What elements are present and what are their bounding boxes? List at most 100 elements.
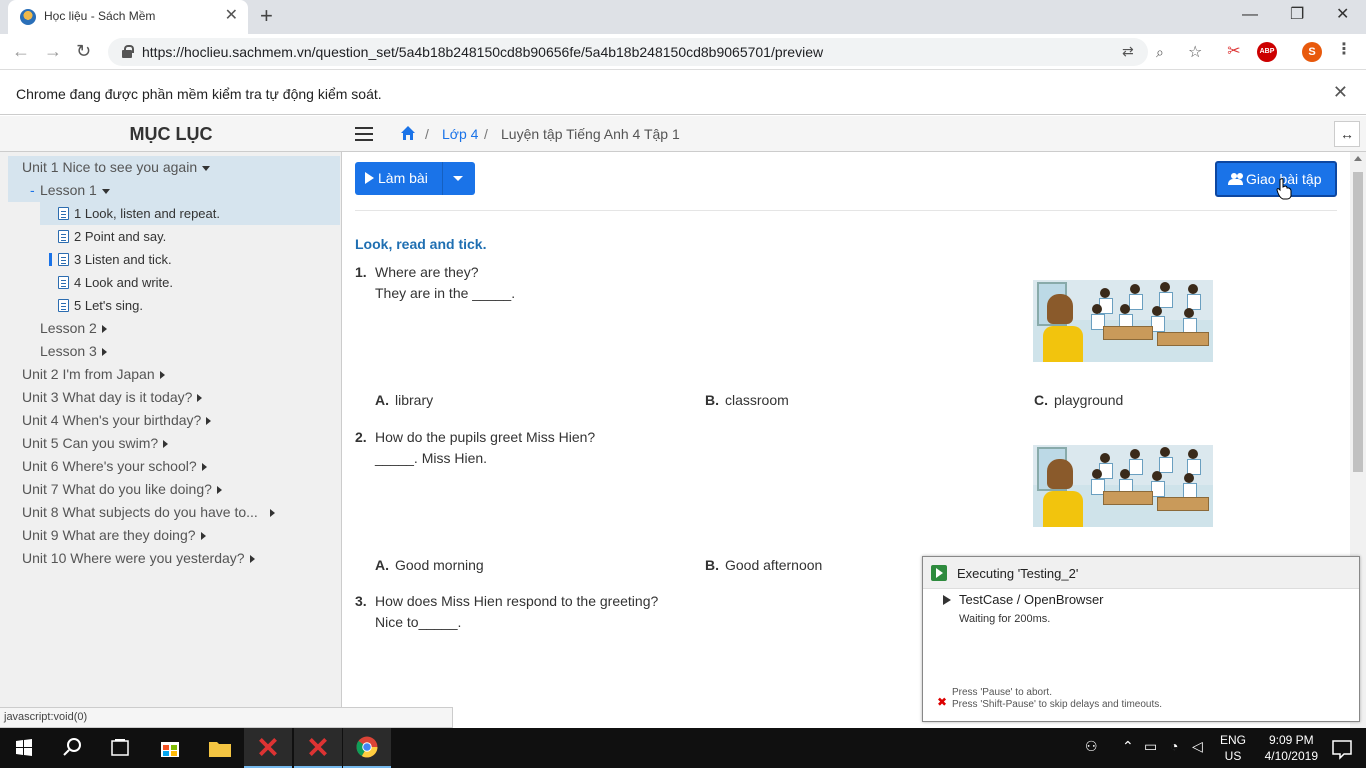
lesson-1-item[interactable]: - Lesson 1	[8, 179, 340, 202]
home-icon[interactable]	[400, 125, 416, 141]
unit-1-label: Unit 1 Nice to see you again	[22, 159, 198, 175]
option-letter: B.	[705, 557, 719, 573]
caret-right-icon	[249, 555, 255, 564]
lesson-3-item[interactable]: Lesson 3	[8, 340, 340, 363]
lesson-3-label: Lesson 3	[40, 343, 97, 359]
translate-icon[interactable]: ⇄	[1122, 43, 1134, 60]
adblock-icon[interactable]: ABP	[1257, 42, 1277, 62]
katalon-rx-icon[interactable]	[244, 728, 292, 768]
chrome-icon[interactable]	[343, 728, 391, 768]
infobar-close-icon[interactable]: ✕	[1333, 82, 1348, 103]
unit-label: Unit 5 Can you swim?	[22, 435, 159, 451]
unit-item[interactable]: Unit 4 When's your birthday?	[8, 409, 340, 432]
reload-icon[interactable]: ↻	[76, 41, 91, 61]
breadcrumb-grade[interactable]: Lớp 4	[442, 126, 478, 142]
bookmark-star-icon[interactable]: ☆	[1188, 42, 1202, 62]
option-b[interactable]: B. Good afternoon	[705, 557, 822, 573]
sidebar-item-1[interactable]: 2 Point and say.	[40, 225, 340, 248]
people-icon[interactable]: ⚇	[1085, 738, 1098, 755]
input-language[interactable]: ENG US	[1220, 732, 1246, 764]
lesson-2-item[interactable]: Lesson 2	[8, 317, 340, 340]
caret-right-icon	[163, 440, 169, 449]
browser-tab[interactable]: Học liệu - Sách Mềm ✕	[8, 0, 248, 34]
executor-title: Executing 'Testing_2'	[957, 566, 1079, 581]
hamburger-menu-icon[interactable]	[355, 127, 373, 141]
option-text: library	[395, 392, 434, 408]
sidebar-item-2[interactable]: 3 Listen and tick.	[40, 248, 340, 271]
unit-item[interactable]: Unit 2 I'm from Japan	[8, 363, 340, 386]
question-blank-line: _____. Miss Hien.	[375, 450, 488, 466]
unit-item[interactable]: Unit 7 What do you like doing?	[8, 478, 340, 501]
option-text: classroom	[725, 392, 789, 408]
tab-close-icon[interactable]: ✕	[225, 7, 238, 25]
back-icon[interactable]: ←	[12, 41, 30, 61]
test-executor-panel: Executing 'Testing_2' TestCase / OpenBro…	[922, 556, 1360, 722]
sidebar-item-0[interactable]: 1 Look, listen and repeat.	[40, 202, 340, 225]
forward-icon[interactable]: →	[44, 41, 62, 61]
wifi-icon[interactable]: ◔	[1170, 738, 1178, 754]
restore-icon[interactable]: ❐	[1290, 5, 1304, 25]
region-code: US	[1224, 749, 1242, 763]
katalon-rx-icon[interactable]	[294, 728, 342, 768]
profile-avatar[interactable]: S	[1302, 42, 1322, 62]
notification-center-icon[interactable]	[1318, 728, 1366, 768]
abort-icon: ✖	[937, 695, 948, 709]
unit-item[interactable]: Unit 5 Can you swim?	[8, 432, 340, 455]
unit-item[interactable]: Unit 8 What subjects do you have to...	[8, 501, 340, 524]
scrollbar-thumb[interactable]	[1353, 172, 1363, 472]
toggle-width-icon[interactable]: ↔	[1334, 121, 1360, 147]
windows-start-icon[interactable]	[0, 728, 48, 768]
store-icon[interactable]	[146, 728, 194, 768]
address-bar[interactable]: https://hoclieu.sachmem.vn/question_set/…	[108, 38, 1148, 66]
option-b[interactable]: B. classroom	[705, 392, 789, 408]
classroom-illustration	[1033, 280, 1213, 362]
tab-title: Học liệu - Sách Mềm	[44, 9, 156, 23]
caret-right-icon	[201, 463, 207, 472]
automation-infobar: Chrome đang được phần mềm kiểm tra tự độ…	[0, 71, 1366, 115]
unit-label: Unit 10 Where were you yesterday?	[22, 550, 245, 566]
minimize-icon[interactable]: —	[1242, 5, 1258, 25]
task-view-icon[interactable]	[96, 728, 144, 768]
scroll-up-icon[interactable]	[1354, 156, 1362, 161]
unit-item[interactable]: Unit 6 Where's your school?	[8, 455, 340, 478]
dropdown-caret-icon[interactable]	[453, 176, 463, 181]
window-close-icon[interactable]: ✕	[1336, 5, 1349, 25]
sidebar-item-4[interactable]: 5 Let's sing.	[40, 294, 340, 317]
expand-icon[interactable]	[943, 595, 951, 605]
option-text: playground	[1054, 392, 1124, 408]
lam-bai-button[interactable]: Làm bài	[355, 162, 475, 195]
unit-1-item[interactable]: Unit 1 Nice to see you again	[8, 156, 340, 179]
file-explorer-icon[interactable]	[196, 728, 244, 768]
search-icon[interactable]	[48, 728, 96, 768]
site-favicon-icon	[20, 9, 36, 25]
battery-icon[interactable]: ▭	[1144, 738, 1157, 755]
volume-icon[interactable]: ◁	[1192, 738, 1203, 755]
question-blank-line: Nice to_____.	[375, 614, 462, 630]
new-tab-icon[interactable]: +	[260, 5, 273, 27]
question-text: How do the pupils greet Miss Hien?	[375, 429, 596, 445]
breadcrumb-separator: /	[425, 126, 429, 142]
unit-item[interactable]: Unit 3 What day is it today?	[8, 386, 340, 409]
caret-down-icon	[101, 188, 110, 194]
option-letter: B.	[705, 392, 719, 408]
unit-label: Unit 3 What day is it today?	[22, 389, 193, 405]
extension-scissors-icon[interactable]: ✂	[1224, 42, 1244, 62]
document-icon	[58, 207, 69, 220]
option-c[interactable]: C. playground	[1034, 392, 1123, 408]
caret-right-icon	[101, 348, 107, 357]
url-text[interactable]: https://hoclieu.sachmem.vn/question_set/…	[142, 44, 823, 60]
show-hidden-icons-icon[interactable]: ⌃	[1122, 738, 1134, 755]
option-a[interactable]: A. library	[375, 392, 433, 408]
unit-item[interactable]: Unit 10 Where were you yesterday?	[8, 547, 340, 570]
zoom-icon[interactable]: ⌕	[1156, 44, 1164, 61]
question-number: 2.	[355, 429, 367, 445]
sidebar-item-label: 1 Look, listen and repeat.	[74, 206, 220, 221]
classroom-illustration	[1033, 445, 1213, 527]
sidebar-item-3[interactable]: 4 Look and write.	[40, 271, 340, 294]
unit-item[interactable]: Unit 9 What are they doing?	[8, 524, 340, 547]
menu-dots-icon[interactable]: ⋮	[1334, 40, 1354, 60]
play-icon	[365, 172, 374, 184]
clock[interactable]: 9:09 PM 4/10/2019	[1265, 732, 1318, 764]
unit-label: Unit 2 I'm from Japan	[22, 366, 155, 382]
option-a[interactable]: A. Good morning	[375, 557, 484, 573]
